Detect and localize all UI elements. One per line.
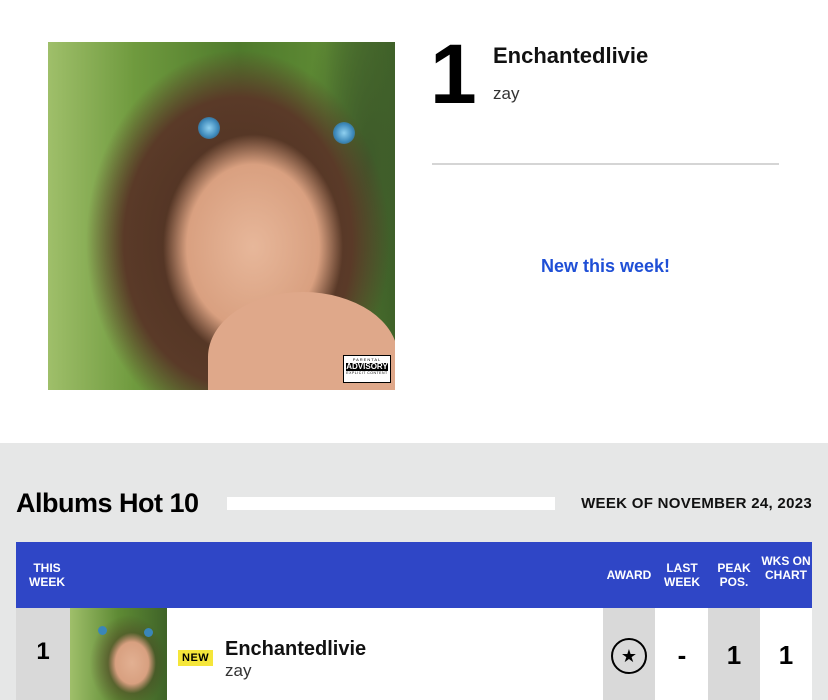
star-icon[interactable]: ★ xyxy=(611,638,647,674)
last-week-cell: - xyxy=(656,608,708,700)
row-artist[interactable]: zay xyxy=(225,661,251,681)
new-badge: NEW xyxy=(178,650,214,666)
hero-section: PARENTAL ADVISORY EXPLICIT CONTENT 1 Enc… xyxy=(0,0,828,443)
row-rank: 1 xyxy=(36,638,50,665)
header-weeks-on-chart: WKS ON CHART xyxy=(761,554,811,583)
parental-advisory-label: PARENTAL ADVISORY EXPLICIT CONTENT xyxy=(343,355,391,383)
album-cover[interactable]: PARENTAL ADVISORY EXPLICIT CONTENT xyxy=(48,42,395,390)
row-album-title[interactable]: Enchantedlivie xyxy=(225,638,366,661)
flower-icon xyxy=(198,117,220,139)
new-this-week-label: New this week! xyxy=(540,256,671,276)
advisory-line3: EXPLICIT CONTENT xyxy=(346,371,388,375)
flower-icon xyxy=(98,626,107,635)
award-cell: ★ xyxy=(603,608,655,700)
row-peak: 1 xyxy=(726,640,742,670)
flower-icon xyxy=(144,628,153,637)
chart-table-header: THIS WEEK AWARD LAST WEEK PEAK POS. WKS … xyxy=(16,542,812,608)
divider xyxy=(432,163,779,165)
flower-icon xyxy=(333,122,355,144)
chart-week-date: WEEK OF NOVEMBER 24, 2023 xyxy=(581,495,812,512)
chart-title: Albums Hot 10 xyxy=(16,488,199,518)
header-last-week: LAST WEEK xyxy=(664,561,700,590)
hero-album-title[interactable]: Enchantedlivie xyxy=(493,43,648,69)
peak-cell: 1 xyxy=(708,608,760,700)
album-thumbnail[interactable] xyxy=(70,608,167,700)
rank-cell: 1 xyxy=(16,608,70,700)
title-rule xyxy=(227,497,555,510)
header-this-week: THIS WEEK xyxy=(29,561,65,590)
header-peak-pos: PEAK POS. xyxy=(717,561,751,590)
header-award: AWARD xyxy=(606,568,652,582)
hero-rank: 1 xyxy=(430,27,477,121)
advisory-line2: ADVISORY xyxy=(346,362,388,371)
chart-section: Albums Hot 10 WEEK OF NOVEMBER 24, 2023 … xyxy=(0,443,828,700)
hero-artist[interactable]: zay xyxy=(493,84,519,104)
weeks-cell: 1 xyxy=(760,608,812,700)
chart-row[interactable]: 1 NEW Enchantedlivie zay ★ - 1 1 xyxy=(16,608,812,700)
row-last-week: - xyxy=(677,640,687,670)
row-weeks-on-chart: 1 xyxy=(778,640,794,670)
